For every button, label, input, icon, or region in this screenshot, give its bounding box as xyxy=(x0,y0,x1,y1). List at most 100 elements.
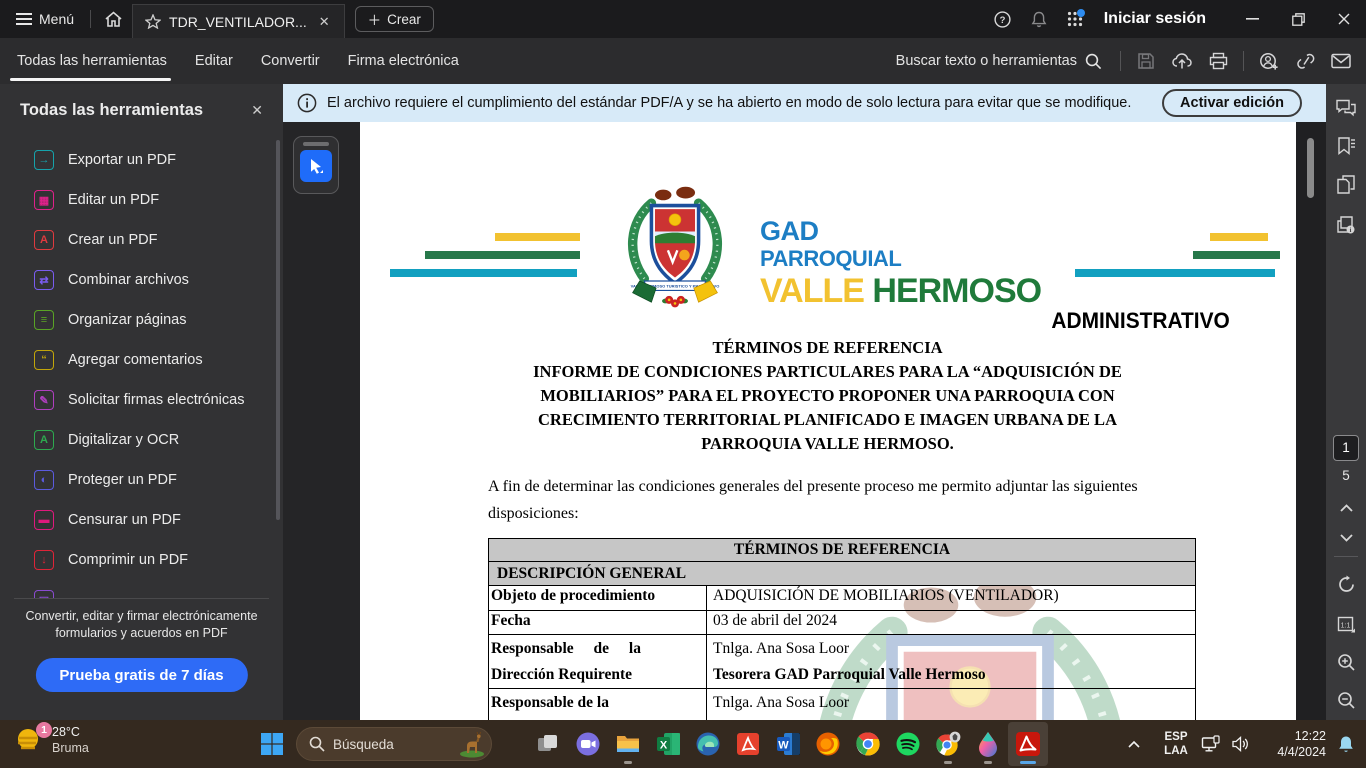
rotate-refresh-button[interactable] xyxy=(1326,568,1366,600)
page-thumbnails-button[interactable] xyxy=(1326,168,1366,200)
notifications-button[interactable] xyxy=(1022,0,1056,38)
document-viewer: GAD PARROQUIAL VALLE HERMOSO ADMINISTRAT… xyxy=(283,122,1296,720)
share-upload-button[interactable] xyxy=(1165,44,1199,78)
organize-pages-icon: ≡ xyxy=(34,310,54,330)
share-with-people-button[interactable] xyxy=(1252,44,1286,78)
svg-text:X: X xyxy=(659,740,667,752)
free-trial-button[interactable]: Prueba gratis de 7 días xyxy=(35,658,247,692)
drag-handle[interactable] xyxy=(303,142,329,146)
excel-button[interactable]: X xyxy=(648,722,688,766)
zoom-out-button[interactable] xyxy=(1326,684,1366,716)
document-tab[interactable]: TDR_VENTILADOR... ✕ xyxy=(132,4,345,38)
apps-grid-button[interactable] xyxy=(1058,0,1092,38)
scan-ocr-icon: A xyxy=(34,430,54,450)
tool-digitalizar-ocr[interactable]: ADigitalizar y OCR xyxy=(0,420,283,460)
spotify-button[interactable] xyxy=(888,722,928,766)
close-window-button[interactable] xyxy=(1322,0,1366,38)
add-person-icon xyxy=(1259,52,1279,71)
home-button[interactable] xyxy=(95,0,132,38)
panel-close-button[interactable]: ✕ xyxy=(245,100,269,121)
comments-panel-button[interactable] xyxy=(1326,92,1366,124)
file-explorer-button[interactable] xyxy=(608,722,648,766)
task-view-button[interactable] xyxy=(528,722,568,766)
tool-censurar-pdf[interactable]: ▬Censurar un PDF xyxy=(0,500,283,540)
teams-chat-button[interactable] xyxy=(568,722,608,766)
tool-organizar-paginas[interactable]: ≡Organizar páginas xyxy=(0,300,283,340)
tool-solicitar-firmas[interactable]: ✎Solicitar firmas electrónicas xyxy=(0,380,283,420)
word-button[interactable]: W xyxy=(768,722,808,766)
bookmark-icon xyxy=(1336,137,1356,155)
tool-exportar-pdf[interactable]: →Exportar un PDF xyxy=(0,140,283,180)
tool-list: →Exportar un PDF ▦Editar un PDF ACrear u… xyxy=(0,140,283,598)
previous-page-button[interactable] xyxy=(1326,492,1366,524)
chevron-up-icon xyxy=(1128,740,1140,748)
combine-files-icon: ⇄ xyxy=(34,270,54,290)
tool-editar-pdf[interactable]: ▦Editar un PDF xyxy=(0,180,283,220)
document-scrollbar-track[interactable] xyxy=(1296,122,1326,720)
tab-todas-las-herramientas[interactable]: Todas las herramientas xyxy=(0,38,181,84)
send-email-button[interactable] xyxy=(1324,44,1358,78)
tab-firma-electronica[interactable]: Firma electrónica xyxy=(334,38,473,84)
minimize-button[interactable] xyxy=(1230,0,1274,38)
firefox-button[interactable] xyxy=(808,722,848,766)
select-tool-button[interactable] xyxy=(300,150,332,182)
help-button[interactable]: ? xyxy=(986,0,1020,38)
language-indicator[interactable]: ESP LAA xyxy=(1156,730,1196,758)
restore-button[interactable] xyxy=(1276,0,1320,38)
edge-button[interactable] xyxy=(688,722,728,766)
pdfa-notice-bar: El archivo requiere el cumplimiento del … xyxy=(283,84,1326,122)
paint-drop-button[interactable] xyxy=(968,722,1008,766)
enable-editing-button[interactable]: Activar edición xyxy=(1162,89,1302,117)
notification-center-button[interactable] xyxy=(1326,735,1366,754)
chrome-button[interactable] xyxy=(848,722,888,766)
tool-crear-pdf[interactable]: ACrear un PDF xyxy=(0,220,283,260)
print-button[interactable] xyxy=(1201,44,1235,78)
tool-agregar-comentarios[interactable]: “Agregar comentarios xyxy=(0,340,283,380)
protect-pdf-icon: ◐ xyxy=(34,470,54,490)
clock-widget[interactable]: 12:22 4/4/2024 xyxy=(1256,728,1326,760)
bookmarks-panel-button[interactable] xyxy=(1326,130,1366,162)
tab-editar[interactable]: Editar xyxy=(181,38,247,84)
running-indicator xyxy=(984,761,992,764)
taskbar-search[interactable]: Búsqueda xyxy=(296,727,492,761)
star-icon[interactable] xyxy=(145,14,161,29)
running-indicator xyxy=(624,761,632,764)
network-button[interactable] xyxy=(1196,735,1226,753)
tool-proteger-pdf[interactable]: ◐Proteger un PDF xyxy=(0,460,283,500)
quick-tools-widget[interactable] xyxy=(293,136,339,194)
chrome-profile-button[interactable] xyxy=(928,722,968,766)
title-bar: Menú TDR_VENTILADOR... ✕ ＋ Crear ? xyxy=(0,0,1366,38)
start-button[interactable] xyxy=(256,728,288,760)
divider xyxy=(14,598,269,599)
current-page-input[interactable]: 1 xyxy=(1333,435,1359,461)
create-button[interactable]: ＋ Crear xyxy=(355,6,434,32)
tool-combinar-archivos[interactable]: ⇄Combinar archivos xyxy=(0,260,283,300)
search-tools-button[interactable]: Buscar texto o herramientas xyxy=(886,53,1112,70)
word-icon: W xyxy=(776,732,801,756)
pdf-app-button[interactable] xyxy=(728,722,768,766)
weather-widget[interactable]: 1 28°C Bruma xyxy=(14,724,89,756)
tool-comprimir-pdf[interactable]: ↓Comprimir un PDF xyxy=(0,540,283,580)
tab-close-icon[interactable]: ✕ xyxy=(315,12,334,32)
sign-in-button[interactable]: Iniciar sesión xyxy=(1094,10,1228,28)
zoom-in-button[interactable] xyxy=(1326,646,1366,678)
menu-button[interactable]: Menú xyxy=(0,0,86,38)
get-link-button[interactable] xyxy=(1288,44,1322,78)
hidden-icons-button[interactable] xyxy=(1128,740,1156,748)
mail-icon xyxy=(1331,53,1351,69)
chrome-profile-icon xyxy=(935,731,961,757)
clock-time: 12:22 xyxy=(1256,728,1326,744)
save-button[interactable] xyxy=(1129,44,1163,78)
tab-convertir[interactable]: Convertir xyxy=(247,38,334,84)
notice-text: El archivo requiere el cumplimiento del … xyxy=(327,95,1152,111)
close-icon xyxy=(1338,13,1350,25)
panel-scrollbar[interactable] xyxy=(276,140,280,520)
volume-button[interactable] xyxy=(1226,735,1256,753)
task-view-icon xyxy=(536,732,560,756)
next-page-button[interactable] xyxy=(1326,522,1366,554)
actual-size-button[interactable]: 1:1 xyxy=(1326,608,1366,640)
tool-partial-hidden[interactable]: ▤ xyxy=(0,580,283,598)
document-scrollbar-thumb[interactable] xyxy=(1307,138,1314,198)
attachments-info-button[interactable]: i xyxy=(1326,208,1366,240)
acrobat-button-active[interactable] xyxy=(1008,722,1048,766)
